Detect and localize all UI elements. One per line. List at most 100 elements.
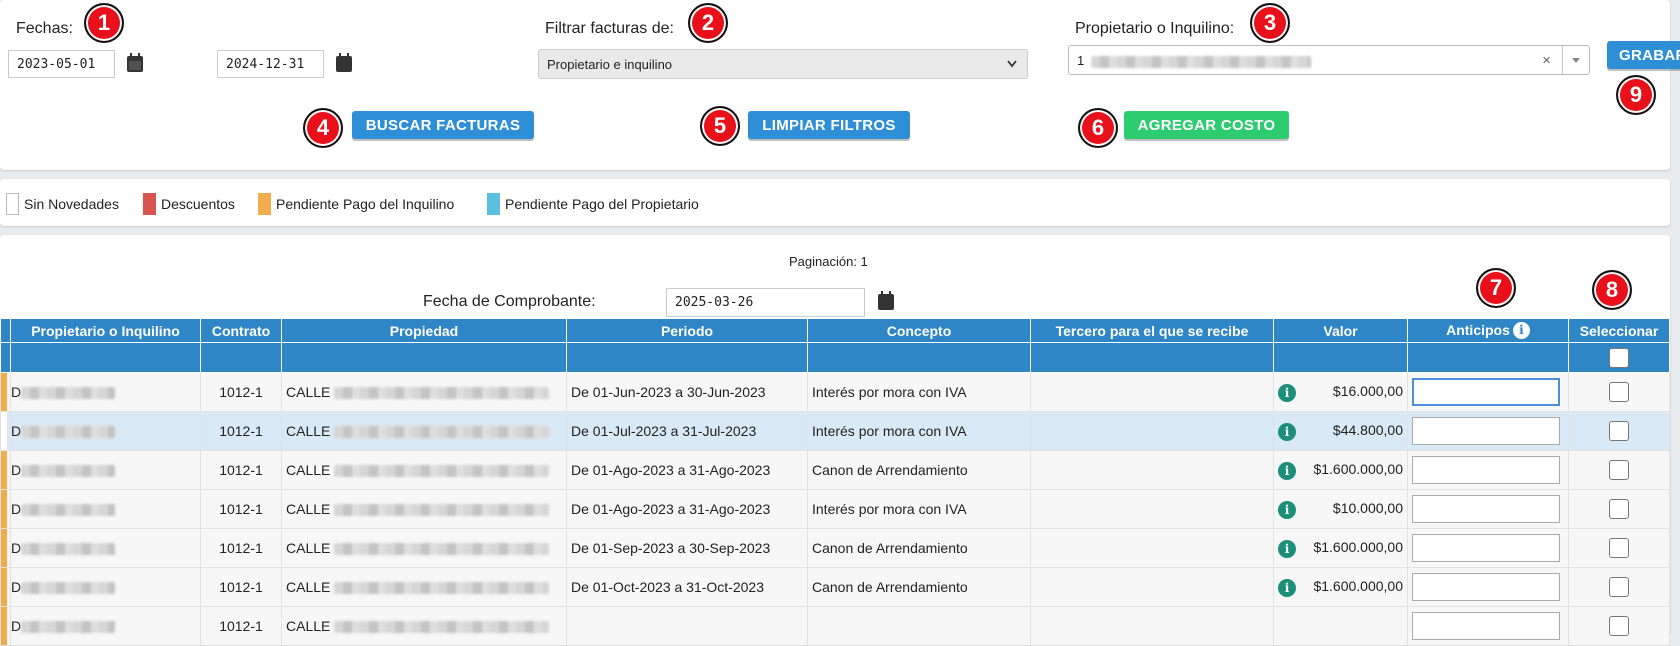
contrato-cell: 1012-1 [200,606,282,646]
tercero-cell [1030,450,1274,490]
contrato-cell: 1012-1 [200,411,282,451]
filtrar-label: Filtrar facturas de: [545,20,674,37]
header-contrato[interactable]: Contrato [200,318,282,343]
anticipo-cell [1407,567,1569,607]
calendar-icon[interactable] [126,53,144,73]
propiedad-cell: CALLE [281,411,567,451]
anticipo-cell [1407,489,1569,529]
fecha-comprobante-label: Fecha de Comprobante: [423,293,596,310]
anticipo-input[interactable] [1412,417,1560,445]
info-icon[interactable]: i [1278,383,1296,402]
info-icon[interactable]: i [1512,322,1530,340]
valor-text: $1.600.000,00 [1313,538,1403,555]
contrato-cell: 1012-1 [200,528,282,568]
propietario-value: 1 [1077,53,1085,68]
propietario-cell: D [10,489,201,529]
info-icon[interactable]: i [1278,578,1296,597]
header-concepto[interactable]: Concepto [807,318,1031,343]
header-anticipos[interactable]: Anticipos i [1407,318,1569,343]
fecha-comprobante-input[interactable]: 2025-03-26 [666,288,865,317]
filtrar-select[interactable]: Propietario e inquilino [538,49,1028,79]
row-checkbox[interactable] [1609,616,1629,636]
filters-panel [0,0,1670,170]
anticipo-input[interactable] [1412,378,1560,406]
annotation-badge-3: 3 [1250,3,1290,43]
anticipo-cell [1407,450,1569,490]
periodo-cell: De 01-Jul-2023 a 31-Jul-2023 [566,411,808,451]
limpiar-filtros-button[interactable]: LIMPIAR FILTROS [748,111,910,139]
agregar-costo-button[interactable]: AGREGAR COSTO [1124,111,1289,139]
contrato-cell: 1012-1 [200,489,282,529]
contrato-cell: 1012-1 [200,450,282,490]
redacted-text [334,465,550,478]
table-row[interactable]: D 1012-1 CALLE De 01-Jun-2023 a 30-Jun-202… [0,372,1670,412]
periodo-cell [566,606,808,646]
fecha-fin-input[interactable]: 2024-12-31 [217,50,324,78]
row-status-cell [0,528,11,568]
table-row[interactable]: D 1012-1 CALLE De 01-Oct-2023 a 31-Oct-202… [0,567,1670,607]
anticipo-cell [1407,411,1569,451]
row-status-cell [0,411,11,451]
grabar-button[interactable]: GRABAR [1607,41,1680,69]
redacted-text [21,426,116,439]
row-checkbox[interactable] [1609,421,1629,441]
redacted-text [21,621,116,634]
annotation-badge-8: 8 [1592,270,1632,310]
tercero-cell [1030,606,1274,646]
concepto-cell [807,606,1031,646]
fecha-inicio-input[interactable]: 2023-05-01 [8,50,115,78]
info-icon[interactable]: i [1278,461,1296,480]
buscar-facturas-button[interactable]: BUSCAR FACTURAS [352,111,534,139]
propiedad-text: CALLE [286,540,331,556]
table-row[interactable]: D 1012-1 CALLE De 01-Ago-2023 a 31-Ago-202… [0,450,1670,490]
header-seleccionar[interactable]: Seleccionar [1568,318,1670,343]
propietario-prefix: D [11,384,22,400]
row-checkbox[interactable] [1609,577,1629,597]
propietario-prefix: D [11,618,22,634]
valor-cell: i $10.000,00 [1273,489,1408,529]
valor-text: $44.800,00 [1332,421,1403,438]
row-checkbox[interactable] [1609,499,1629,519]
row-checkbox[interactable] [1609,382,1629,402]
table-row[interactable]: D 1012-1 CALLE [0,606,1670,646]
valor-cell: i $1.600.000,00 [1273,528,1408,568]
facturas-table: Propietario o Inquilino Contrato Propied… [0,318,1670,646]
redacted-text [334,387,550,400]
combobox-arrow[interactable] [1562,46,1589,74]
info-icon[interactable]: i [1278,500,1296,519]
status-stripe [1,490,7,528]
header-tercero[interactable]: Tercero para el que se recibe [1030,318,1274,343]
status-stripe [1,568,7,606]
propietario-prefix: D [11,540,22,556]
anticipo-input[interactable] [1412,534,1560,562]
seleccionar-cell [1568,567,1670,607]
row-checkbox[interactable] [1609,460,1629,480]
annotation-badge-2: 2 [688,3,728,43]
info-icon[interactable]: i [1278,539,1296,558]
propietario-combobox[interactable]: 1 × [1068,45,1590,75]
calendar-icon[interactable] [335,53,353,73]
redacted-text [21,465,116,478]
row-status-cell [0,567,11,607]
concepto-cell: Canon de Arrendamiento [807,567,1031,607]
anticipo-input[interactable] [1412,456,1560,484]
calendar-icon[interactable] [877,291,895,311]
propietario-prefix: D [11,501,22,517]
anticipo-input[interactable] [1412,573,1560,601]
propietario-label: Propietario o Inquilino: [1075,20,1235,37]
row-checkbox[interactable] [1609,538,1629,558]
clear-icon[interactable]: × [1542,46,1551,76]
header-valor[interactable]: Valor [1273,318,1408,343]
table-row[interactable]: D 1012-1 CALLE De 01-Ago-2023 a 31-Ago-202… [0,489,1670,529]
select-all-checkbox[interactable] [1609,347,1629,368]
header-propiedad[interactable]: Propiedad [281,318,567,343]
caret-down-icon [1572,58,1580,63]
table-row[interactable]: D 1012-1 CALLE De 01-Jul-2023 a 31-Jul-202… [0,411,1670,451]
propiedad-text: CALLE [286,579,331,595]
info-icon[interactable]: i [1278,422,1296,441]
header-propietario[interactable]: Propietario o Inquilino [10,318,201,343]
table-row[interactable]: D 1012-1 CALLE De 01-Sep-2023 a 30-Sep-202… [0,528,1670,568]
anticipo-input[interactable] [1412,612,1560,640]
anticipo-input[interactable] [1412,495,1560,523]
header-periodo[interactable]: Periodo [566,318,808,343]
